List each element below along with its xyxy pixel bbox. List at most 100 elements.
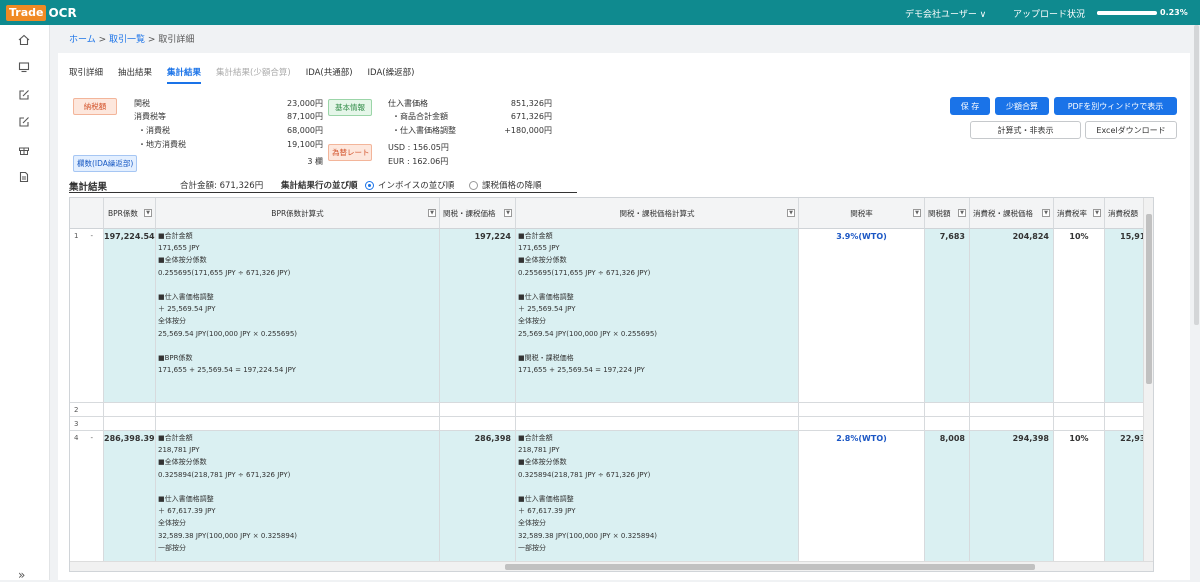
formula-line: 0.325894(218,781 JPY ÷ 671,326 JPY) [518,470,651,479]
sort-invoice-order-radio[interactable]: インボイスの並び順 [365,179,454,191]
formula-line: 25,569.54 JPY(100,000 JPY × 0.255695) [158,329,298,338]
breadcrumb-list[interactable]: 取引一覧 [109,35,145,45]
home-icon[interactable] [17,33,31,47]
row-number[interactable]: 3 [70,417,104,431]
header-duty-formula[interactable]: 関税・課税価格計算式 ▼ [516,198,799,229]
formula-line: ■BPR係数 [158,354,193,362]
page-scrollbar[interactable] [1193,25,1200,580]
header-ctax-rate[interactable]: 消費税率 ▼ [1054,198,1105,229]
rate-eur: EUR : 162.06円 [388,157,449,166]
row-number[interactable]: 1- [70,229,104,403]
filter-icon[interactable]: ▼ [913,209,921,217]
app-logo[interactable]: Trade OCR [6,4,77,21]
header-bpr-formula[interactable]: BPR係数計算式 ▼ [156,198,440,229]
bpr-formula-cell: ■合計金額 218,781 JPY ■全体按分係数 0.325894(218,781 … [156,431,440,571]
header-duty-amount[interactable]: 関税額 ▼ [925,198,970,229]
duty-formula-cell: ■合計金額 218,781 JPY ■全体按分係数 0.325894(218,781 … [516,431,799,571]
basic-value: +180,000円 [504,126,552,135]
tab-ida-repeat[interactable]: IDA(繰返部) [368,66,415,84]
row-number[interactable]: 2 [70,403,104,417]
user-menu[interactable]: デモ会社ユーザー ∨ [905,7,986,20]
header-duty-rate[interactable]: 関税率 ▼ [799,198,925,229]
header-bpr[interactable]: BPR係数 ▼ [104,198,156,229]
pdf-window-button[interactable]: PDFを別ウィンドウで表示 [1054,97,1177,115]
tab-transaction-detail[interactable]: 取引詳細 [69,66,103,84]
small-sum-button[interactable]: 少額合算 [995,97,1049,115]
formula-line: 全体按分 [518,519,546,528]
formula-toggle-button[interactable]: 計算式・非表示 [970,121,1081,139]
sort-value-desc-radio[interactable]: 課税価格の降順 [469,179,542,191]
header-label: 関税額 [928,208,951,218]
logo-ocr: OCR [48,5,77,20]
save-button[interactable]: 保 存 [950,97,990,115]
sidebar: » [0,25,50,582]
row-number[interactable]: 4- [70,431,104,571]
header-label: 関税率 [850,208,873,218]
formula-line: ＋ 25,569.54 JPY [158,305,216,314]
grid-vertical-scrollbar[interactable] [1143,198,1153,571]
tax-label: 関税 [134,99,150,108]
breadcrumb: ホーム > 取引一覧 > 取引詳細 [69,32,194,45]
formula-line: ■合計金額 [518,434,553,442]
header-rownum [70,198,104,229]
edit-icon[interactable] [17,88,31,102]
filter-icon[interactable]: ▼ [428,209,436,217]
formula-line: 171,655 + 25,569.54 = 197,224.54 JPY [158,366,296,375]
row-number-label: 2 [74,406,79,414]
radio-checked-icon [365,180,374,190]
tab-aggregation-result[interactable]: 集計結果 [167,66,202,84]
formula-line: 一部按分 [518,543,546,552]
tab-ida-common[interactable]: IDA(共通部) [306,66,353,84]
header-label: 消費税・課税価格 [973,208,1033,218]
header-label: 関税・課税価格計算式 [619,208,695,218]
scroll-thumb[interactable] [1194,25,1199,325]
formula-line: 32,589.38 JPY(100,000 JPY × 0.325894) [518,531,658,540]
duty-base-cell: 286,398 [440,431,516,571]
formula-line: 218,781 JPY [518,446,560,455]
document-icon[interactable] [17,170,31,184]
formula-line: ■合計金額 [158,434,193,442]
filter-icon[interactable]: ▼ [504,209,512,217]
monitor-icon[interactable] [17,60,31,74]
formula-line: ＋ 25,569.54 JPY [518,305,576,314]
rate-cell: 2.8%(WTO) [799,431,925,571]
scroll-thumb[interactable] [1146,214,1152,384]
breadcrumb-home[interactable]: ホーム [69,35,96,45]
formula-line: 全体按分 [158,317,186,326]
bpr-formula-cell [156,403,440,417]
row-collapse-toggle[interactable]: - [90,232,93,240]
filter-icon[interactable]: ▼ [787,209,795,217]
header-label: 関税・課税価格 [443,208,496,218]
ctax-rate-cell: 10% [1054,229,1105,403]
header-ctax-base[interactable]: 消費税・課税価格 ▼ [970,198,1054,229]
ctax-rate-cell: 10% [1054,431,1105,571]
header-duty-base[interactable]: 関税・課税価格 ▼ [440,198,516,229]
filter-icon[interactable]: ▼ [958,209,966,217]
tax-amount-badge: 納税額 [73,98,117,115]
logo-trade: Trade [6,4,47,21]
header-label: 消費税率 [1057,208,1087,218]
formula-line: 32,589.38 JPY(100,000 JPY × 0.325894) [158,531,298,540]
tab-extraction-result[interactable]: 抽出結果 [118,66,152,84]
duty-base-cell: 197,224 [440,229,516,403]
section-divider [69,192,577,193]
gift-icon[interactable] [17,143,31,157]
grid-horizontal-scrollbar[interactable] [70,561,1153,571]
filter-icon[interactable]: ▼ [1093,209,1101,217]
duty-base-cell [440,403,516,417]
formula-line: 一部按分 [158,543,186,552]
ida-count-badge: 欄数(IDA繰返部) [73,155,138,172]
filter-icon[interactable]: ▼ [1042,209,1050,217]
excel-download-button[interactable]: Excelダウンロード [1085,121,1177,139]
filter-icon[interactable]: ▼ [144,209,152,217]
row-collapse-toggle[interactable]: - [90,434,93,442]
edit-alt-icon[interactable] [17,115,31,129]
formula-line: ■仕入書価格調整 [158,293,214,301]
detail-card: 取引詳細 抽出結果 集計結果 集計結果(少額合算) IDA(共通部) IDA(繰… [58,53,1190,580]
scroll-thumb[interactable] [505,564,1035,570]
bpr-cell [104,417,156,431]
duty-cell [925,403,970,417]
formula-line [516,340,798,352]
tax-value: 68,000円 [287,126,323,135]
formula-line: 0.255695(171,655 JPY ÷ 671,326 JPY) [158,268,291,277]
